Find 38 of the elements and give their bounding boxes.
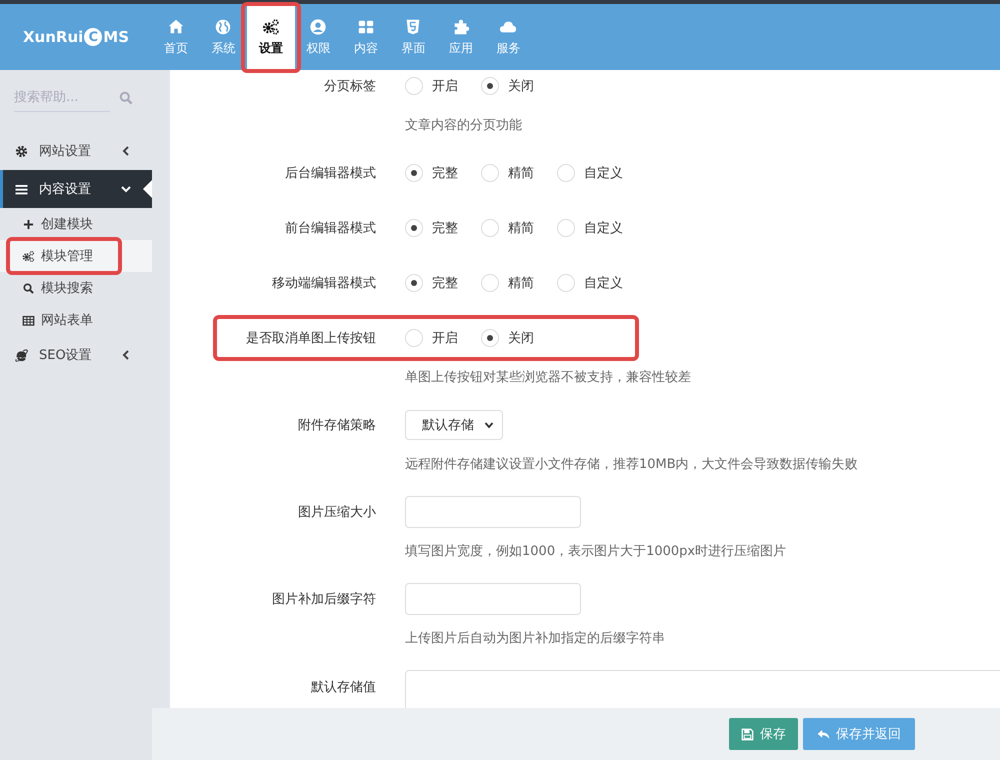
radio-option[interactable]: 关闭 xyxy=(481,77,557,95)
logo: XunRui C MS xyxy=(22,27,130,48)
help-text: 上传图片后自动为图片补加指定的后缀字符串 xyxy=(405,630,666,647)
sidebar-subitem[interactable]: 创建模块 xyxy=(0,208,152,240)
storage-select[interactable]: 默认存储 xyxy=(405,410,503,440)
field-label: 图片补加后缀字符 xyxy=(271,591,376,608)
field-label: 前台编辑器模式 xyxy=(284,220,376,237)
radio-option[interactable]: 自定义 xyxy=(557,274,633,292)
radio-option[interactable]: 完整 xyxy=(405,164,481,182)
sidebar-subitem[interactable]: 网站表单 xyxy=(0,304,152,336)
nav-tab[interactable]: 设置 xyxy=(247,4,294,70)
radio-option[interactable]: 关闭 xyxy=(481,329,557,347)
sidebar-item[interactable]: 网站设置 xyxy=(0,132,152,170)
help-text: 文章内容的分页功能 xyxy=(405,117,523,134)
help-text: 填写图片宽度，例如1000，表示图片大于1000px时进行压缩图片 xyxy=(405,543,788,560)
radio-option[interactable]: 完整 xyxy=(405,219,481,237)
radio-option[interactable]: 精简 xyxy=(481,164,557,182)
sidebar-subitem[interactable]: 模块管理 xyxy=(0,240,152,272)
sidebar-item[interactable]: 内容设置 xyxy=(0,170,152,208)
field-label: 是否取消单图上传按钮 xyxy=(245,330,376,347)
help-text: 单图上传按钮对某些浏览器不被支持，兼容性较差 xyxy=(405,369,692,386)
field-label: 移动端编辑器模式 xyxy=(271,275,376,292)
sidebar-item[interactable]: SEO设置 xyxy=(0,336,152,374)
radio-option[interactable]: 精简 xyxy=(481,274,557,292)
radio-option[interactable]: 开启 xyxy=(405,77,481,95)
sidebar-subitem[interactable]: 模块搜索 xyxy=(0,272,152,304)
radio-option[interactable]: 开启 xyxy=(405,329,481,347)
radio-option[interactable]: 自定义 xyxy=(557,219,633,237)
field-label: 分页标签 xyxy=(323,78,376,95)
radio-option[interactable]: 完整 xyxy=(405,274,481,292)
field-label: 后台编辑器模式 xyxy=(284,165,376,182)
field-label: 默认存储值 xyxy=(310,679,376,696)
search-field[interactable]: 搜索帮助... xyxy=(14,84,110,112)
field-label: 图片压缩大小 xyxy=(297,504,376,521)
radio-option[interactable]: 精简 xyxy=(481,219,557,237)
radio-option[interactable]: 自定义 xyxy=(557,164,633,182)
help-text: 远程附件存储建议设置小文件存储，推荐10MB内，大文件会导致数据传输失败 xyxy=(405,456,859,473)
field-label: 附件存储策略 xyxy=(297,417,376,434)
